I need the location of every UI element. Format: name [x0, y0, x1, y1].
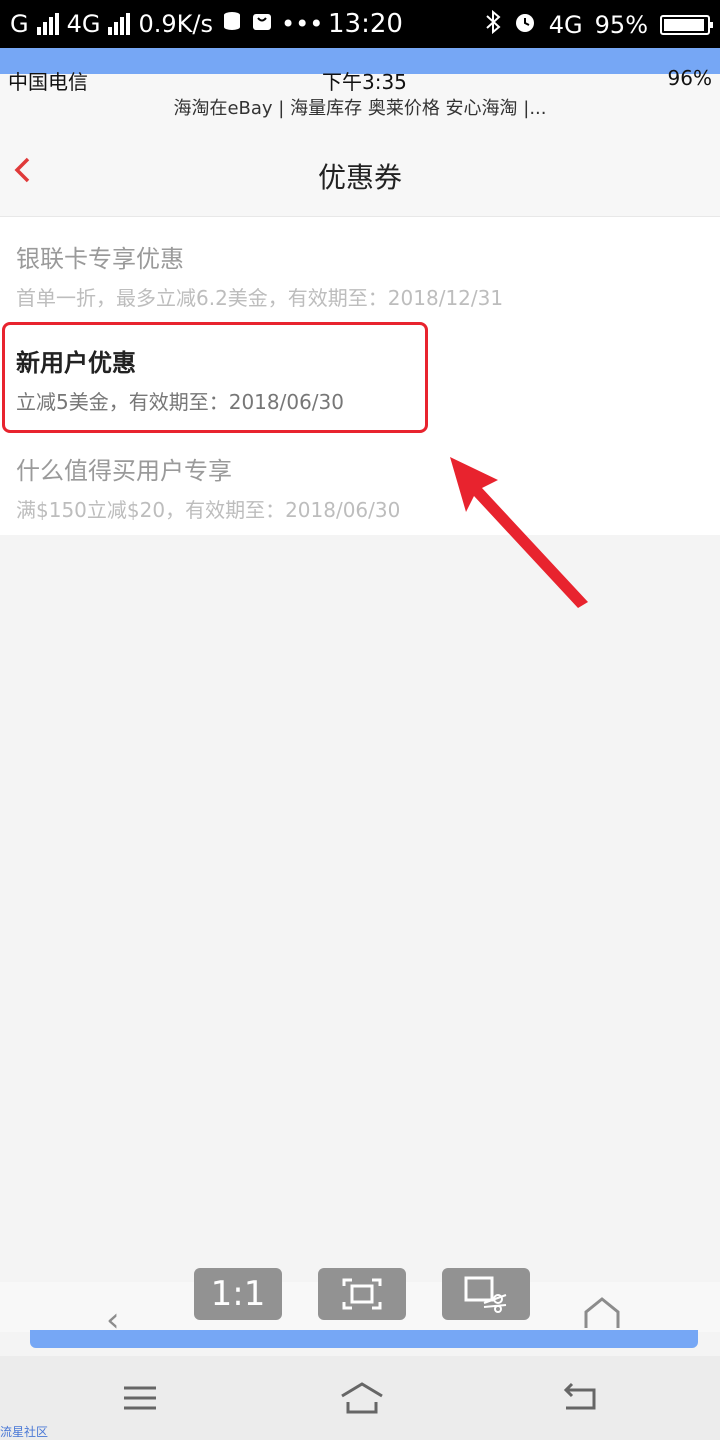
page-subtitle: 海淘在eBay | 海量库存 奥莱价格 安心海淘 |...	[173, 98, 547, 119]
crop-icon	[342, 1278, 382, 1310]
home-button[interactable]	[338, 1380, 383, 1416]
coupon-item-unionpay[interactable]: 银联卡专享优惠 首单一折，最多立减6.2美金，有效期至：2018/12/31	[16, 239, 696, 311]
annotation-arrow-icon	[450, 457, 588, 608]
ratio-button[interactable]: 1:1	[194, 1268, 282, 1320]
inner-battery: 96%	[667, 66, 712, 90]
alarm-icon	[513, 10, 537, 40]
coupon-desc: 首单一折，最多立减6.2美金，有效期至：2018/12/31	[16, 286, 504, 310]
signal-icon	[36, 13, 59, 35]
signal-icon-2	[108, 13, 131, 35]
bottom-blue-strip	[30, 1330, 698, 1348]
inner-carrier: 中国电信	[8, 70, 88, 94]
scissors-icon	[464, 1276, 507, 1313]
network-speed: 0.9K/s	[138, 10, 213, 38]
page-title: 优惠券	[317, 161, 402, 194]
inner-status-bar: 中国电信 下午3:35 96%	[0, 66, 720, 94]
return-icon	[563, 1382, 596, 1410]
highlight-box	[2, 322, 428, 433]
watermark-text: 流星社区	[0, 1425, 49, 1439]
coupon-name: 银联卡专享优惠	[16, 245, 184, 273]
shopping-bag-icon	[251, 10, 273, 38]
menu-button[interactable]	[120, 1380, 160, 1416]
app-header: 中国电信 下午3:35 96% 海淘在eBay | 海量库存 奥莱价格 安心海淘…	[0, 66, 720, 216]
battery-icon	[660, 15, 713, 35]
network-label-4g: 4G	[66, 10, 101, 38]
bluetooth-icon	[485, 9, 501, 40]
network-label: G	[10, 10, 29, 38]
menu-icon	[124, 1386, 156, 1410]
system-status-bar: G 4G 0.9K/s ••• 13:20 4G 95%	[0, 0, 720, 48]
battery-percent: 95%	[594, 11, 648, 39]
network-label-4g-2: 4G	[548, 11, 583, 39]
screenshot-edit-button[interactable]	[442, 1268, 530, 1320]
system-clock: 13:20	[328, 9, 403, 39]
crop-button[interactable]	[318, 1268, 406, 1320]
back-nav-button[interactable]	[560, 1380, 600, 1416]
home-icon	[341, 1382, 383, 1414]
more-dots: •••	[280, 10, 324, 38]
navigation-bar: 流星社区	[0, 1356, 720, 1440]
database-icon	[221, 10, 243, 38]
inner-time: 下午3:35	[322, 70, 407, 94]
